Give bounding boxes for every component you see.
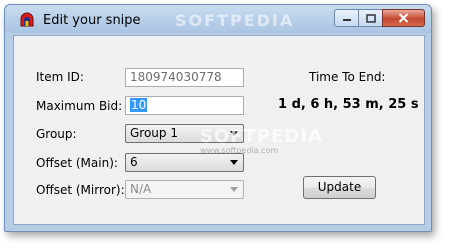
edit-snipe-window: Edit your snipe SOFTPEDIA Item ID: 18097… [4,4,432,232]
max-bid-field[interactable]: 10 [125,96,244,115]
item-id-field[interactable]: 180974030778 [125,68,244,87]
maximize-button[interactable] [358,9,383,27]
caption-buttons [334,9,425,27]
offset-mirror-select-value: N/A [130,182,152,196]
offset-main-select-value: 6 [130,155,138,169]
chevron-down-icon [230,160,238,165]
minimize-icon [342,19,351,21]
close-button[interactable] [382,9,425,27]
group-select-value: Group 1 [130,126,178,140]
softpedia-watermark: SOFTPEDIA [175,11,295,30]
softpedia-overlay-url: www.softpedia.com [200,146,279,155]
softpedia-overlay-watermark: SOFTPEDIA [200,126,323,147]
maximize-icon [365,13,376,23]
group-label: Group: [36,127,77,141]
window-title: Edit your snipe [43,13,141,28]
app-icon [19,12,35,28]
minimize-button[interactable] [334,9,359,27]
offset-mirror-label: Offset (Mirror): [36,183,125,197]
offset-main-select[interactable]: 6 [125,153,244,172]
chevron-down-icon [230,187,238,192]
title-bar[interactable]: Edit your snipe SOFTPEDIA [5,5,431,35]
offset-main-label: Offset (Main): [36,156,118,170]
max-bid-label: Maximum Bid: [36,99,123,113]
time-to-end-value: 1 d, 6 h, 53 m, 25 s [278,97,419,112]
offset-mirror-select: N/A [125,180,244,199]
close-icon [398,13,409,23]
item-id-label: Item ID: [36,70,84,84]
update-button[interactable]: Update [303,176,376,199]
max-bid-value: 10 [130,98,148,112]
client-area: Item ID: 180974030778 Maximum Bid: 10 Gr… [13,35,425,225]
time-to-end-label: Time To End: [309,70,386,84]
